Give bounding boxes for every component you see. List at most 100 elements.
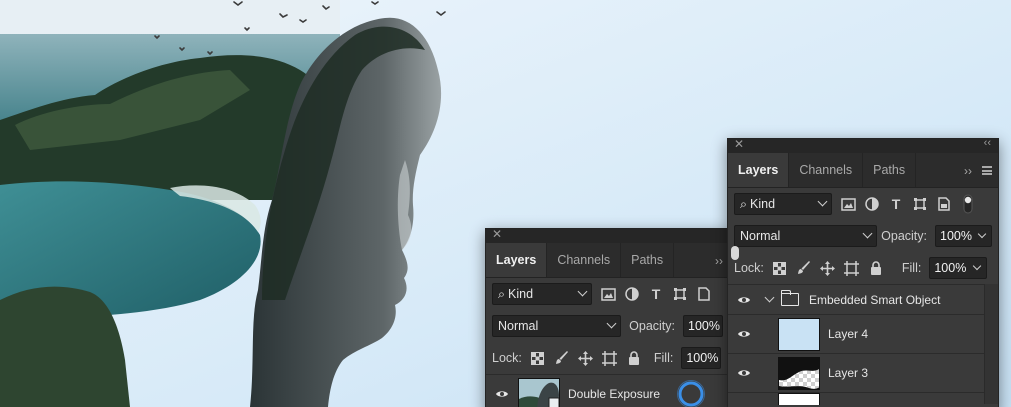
lock-transparency-icon[interactable] <box>772 260 788 276</box>
lock-position-move-icon[interactable] <box>820 260 836 276</box>
adjustment-filter-icon[interactable] <box>864 196 880 212</box>
filter-kind-select[interactable]: ⌕ Kind <box>492 283 592 305</box>
shape-filter-icon[interactable] <box>912 196 928 212</box>
layer-list: Embedded Smart Object Layer 4 Layer 3 <box>728 284 998 405</box>
layer-row-layer-4[interactable]: Layer 4 <box>728 314 998 353</box>
panel-tools: ›› <box>715 243 723 278</box>
lock-all-icon[interactable] <box>868 260 884 276</box>
layers-panel-back: ✕ Layers Channels Paths ›› ⌕ Kind T Norm… <box>485 228 730 407</box>
collapse-icon[interactable]: ›› <box>964 164 972 178</box>
blend-row: Normal Opacity: 100% <box>728 220 998 252</box>
lock-label: Lock: <box>734 261 764 275</box>
filter-kind-label: Kind <box>508 287 534 301</box>
search-icon: ⌕ <box>740 196 748 211</box>
tab-layers[interactable]: Layers <box>486 243 548 277</box>
panel-titlebar: ✕ ‹‹ <box>728 139 998 153</box>
chevron-down-icon <box>977 229 987 239</box>
blend-row: Normal Opacity: 100% <box>486 310 729 342</box>
smart-object-filter-icon[interactable] <box>936 196 952 212</box>
lock-pixels-brush-icon[interactable] <box>796 260 812 276</box>
fill-field[interactable]: 100% <box>681 347 722 369</box>
fill-field[interactable]: 100% <box>929 257 988 279</box>
layer-thumbnail <box>778 317 820 351</box>
panel-tools: ›› <box>964 153 992 188</box>
opacity-label: Opacity: <box>881 229 928 243</box>
layer-list-scrollbar[interactable] <box>984 284 998 404</box>
shape-filter-icon[interactable] <box>672 286 688 302</box>
pixel-filter-icon[interactable] <box>840 196 856 212</box>
layer-thumbnail <box>518 377 560 407</box>
blend-mode-select[interactable]: Normal <box>492 315 622 337</box>
layer-group-embedded-smart-object[interactable]: Embedded Smart Object <box>728 284 998 314</box>
layer-name: Layer 3 <box>828 366 869 380</box>
scroll-thumb[interactable] <box>731 246 739 260</box>
opacity-label: Opacity: <box>629 319 675 333</box>
eye-icon[interactable] <box>486 389 518 399</box>
layer-list: Double Exposure <box>486 374 729 407</box>
layer-thumbnail <box>778 356 820 390</box>
chevron-down-icon[interactable] <box>764 292 775 303</box>
fill-label: Fill: <box>901 261 922 275</box>
blend-mode-select[interactable]: Normal <box>734 225 878 247</box>
chevron-down-icon <box>973 261 982 271</box>
lock-pixels-brush-icon[interactable] <box>554 350 570 366</box>
folder-icon <box>780 290 799 306</box>
lock-position-move-icon[interactable] <box>578 350 594 366</box>
filter-kind-label: Kind <box>750 197 776 211</box>
layer-thumbnail <box>778 392 820 405</box>
tab-channels[interactable]: Channels <box>789 153 864 187</box>
fill-label: Fill: <box>653 351 674 365</box>
tab-layers[interactable]: Layers <box>728 153 790 187</box>
selection-ring-icon <box>677 380 705 407</box>
type-filter-icon[interactable]: T <box>648 286 664 302</box>
close-icon[interactable]: ✕ <box>734 139 744 151</box>
collapse-icon[interactable]: ›› <box>715 254 723 268</box>
lock-transparency-icon[interactable] <box>530 350 546 366</box>
close-icon[interactable]: ✕ <box>492 229 502 241</box>
lock-label: Lock: <box>492 351 522 365</box>
chevron-down-icon <box>817 196 828 207</box>
panel-menu-icon[interactable] <box>982 166 992 175</box>
tab-paths[interactable]: Paths <box>863 153 917 187</box>
filter-row: ⌕ Kind T <box>728 188 998 220</box>
adjustment-filter-icon[interactable] <box>624 286 640 302</box>
fill-value: 100% <box>686 351 719 365</box>
layer-row-double-exposure[interactable]: Double Exposure <box>486 374 729 407</box>
blend-mode-label: Normal <box>498 319 539 333</box>
blend-mode-label: Normal <box>740 229 781 243</box>
opacity-value: 100% <box>940 229 972 243</box>
filter-row: ⌕ Kind T <box>486 278 729 310</box>
opacity-field[interactable]: 100% <box>935 225 992 247</box>
filter-toggle-icon[interactable] <box>960 194 976 214</box>
layer-row-layer-3[interactable]: Layer 3 <box>728 353 998 392</box>
fill-value: 100% <box>934 261 967 275</box>
pixel-filter-icon[interactable] <box>600 286 616 302</box>
layer-name: Double Exposure <box>568 387 661 401</box>
smart-object-filter-icon[interactable] <box>696 286 712 302</box>
layers-panel-front: ✕ ‹‹ Layers Channels Paths ›› ⌕ Kind T N… <box>727 138 999 407</box>
panel-tab-bar: Layers Channels Paths ›› <box>728 153 998 188</box>
lock-all-icon[interactable] <box>626 350 642 366</box>
eye-icon[interactable] <box>728 368 760 378</box>
chevron-down-icon <box>577 286 588 297</box>
opacity-field[interactable]: 100% <box>683 315 723 337</box>
type-filter-icon[interactable]: T <box>888 196 904 212</box>
lock-row: Lock: Fill: 100% <box>486 342 729 374</box>
chevron-down-icon <box>862 228 873 239</box>
search-icon: ⌕ <box>498 286 506 301</box>
lock-row: Lock: Fill: 100% <box>728 252 998 284</box>
group-name: Embedded Smart Object <box>809 292 941 307</box>
layer-name: Layer 4 <box>828 327 869 341</box>
lock-artboard-icon[interactable] <box>602 350 618 366</box>
tab-channels[interactable]: Channels <box>547 243 622 277</box>
eye-icon[interactable] <box>728 329 760 339</box>
eye-icon[interactable] <box>728 295 760 305</box>
opacity-value: 100% <box>688 319 720 333</box>
layer-row-partial <box>728 392 998 405</box>
tab-paths[interactable]: Paths <box>621 243 675 277</box>
panel-tab-bar: Layers Channels Paths ›› <box>486 243 729 278</box>
lock-artboard-icon[interactable] <box>844 260 860 276</box>
filter-kind-select[interactable]: ⌕ Kind <box>734 193 832 215</box>
collapse-panel-icon[interactable]: ‹‹ <box>984 139 991 149</box>
chevron-down-icon <box>606 318 617 329</box>
